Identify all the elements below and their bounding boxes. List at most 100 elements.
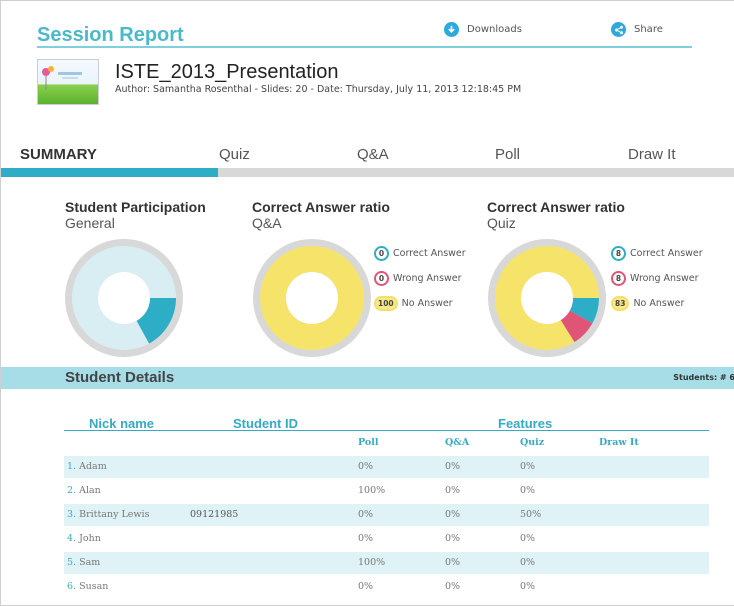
legend-label: No Answer [633, 298, 685, 309]
column-student-id[interactable]: Student ID [233, 416, 298, 431]
quiz-ratio-legend: 8 Correct Answer 8 Wrong Answer 83 No Answe… [611, 246, 703, 311]
legend-wrong-answer: 0 Wrong Answer [374, 271, 466, 286]
table-header-divider [64, 430, 709, 431]
download-icon [444, 22, 459, 37]
legend-no-answer: 83 No Answer [611, 296, 703, 311]
row-number: 6. [67, 581, 77, 592]
presentation-name: ISTE_2013_Presentation [115, 61, 339, 83]
participation-donut-chart [65, 239, 183, 357]
tab-draw-it[interactable]: Draw It [628, 146, 676, 163]
legend-no-answer: 100 No Answer [374, 296, 466, 311]
row-number: 2. [67, 485, 77, 496]
qa-ratio-donut-chart [253, 239, 371, 357]
participation-chart-title: Student Participation [65, 199, 206, 215]
student-name-cell: 6. Susan [67, 581, 108, 592]
title-underline [37, 46, 692, 48]
row-number: 1. [67, 461, 77, 472]
legend-label: Correct Answer [393, 248, 466, 259]
row-number: 4. [67, 533, 77, 544]
tab-qa[interactable]: Q&A [357, 146, 389, 163]
table-row[interactable]: 3. Brittany Lewis 09121985 0% 0% 50% [64, 504, 709, 526]
qa-ratio-legend: 0 Correct Answer 0 Wrong Answer 100 No Answ… [374, 246, 466, 311]
count-badge: 8 [611, 271, 626, 286]
table-row[interactable]: 2. Alan 100% 0% 0% [64, 480, 709, 502]
poll-cell: 0% [358, 461, 374, 472]
column-draw-it[interactable]: Draw It [599, 437, 639, 448]
student-name: Alan [79, 485, 101, 496]
table-row[interactable]: 6. Susan 0% 0% 0% [64, 576, 709, 598]
presentation-meta: Author: Samantha Rosenthal - Slides: 20 … [115, 84, 522, 95]
table-row[interactable]: 5. Sam 100% 0% 0% [64, 552, 709, 574]
share-icon [611, 22, 626, 37]
student-name-cell: 1. Adam [67, 461, 107, 472]
page-title: Session Report [37, 24, 184, 46]
qa-cell: 0% [445, 581, 461, 592]
qa-cell: 0% [445, 509, 461, 520]
share-label: Share [634, 24, 663, 35]
qa-cell: 0% [445, 557, 461, 568]
student-name-cell: 3. Brittany Lewis [67, 509, 149, 520]
student-name: Sam [79, 557, 101, 568]
tab-quiz[interactable]: Quiz [219, 146, 250, 163]
presentation-thumbnail [37, 59, 99, 105]
poll-cell: 100% [358, 485, 386, 496]
column-nick-name[interactable]: Nick name [89, 416, 154, 431]
legend-label: Correct Answer [630, 248, 703, 259]
students-count: Students: # 6 [673, 373, 734, 382]
qa-ratio-chart-title: Correct Answer ratio [252, 199, 390, 215]
quiz-cell: 0% [520, 461, 536, 472]
quiz-cell: 0% [520, 533, 536, 544]
legend-label: Wrong Answer [393, 273, 462, 284]
student-name: John [79, 533, 101, 544]
legend-label: Wrong Answer [630, 273, 699, 284]
poll-cell: 0% [358, 533, 374, 544]
tab-summary[interactable]: SUMMARY [20, 146, 97, 163]
tab-indicator-track [1, 168, 734, 177]
count-badge: 0 [374, 246, 389, 261]
student-name-cell: 2. Alan [67, 485, 101, 496]
session-report-window: Session Report Downloads Share ISTE_2013… [0, 0, 734, 606]
student-name-cell: 4. John [67, 533, 101, 544]
qa-cell: 0% [445, 461, 461, 472]
count-badge: 8 [611, 246, 626, 261]
donut-hole [286, 272, 338, 324]
student-details-header: Student Details Students: # 6 [1, 367, 734, 389]
student-name: Susan [79, 581, 109, 592]
qa-ratio-chart-subtitle: Q&A [252, 215, 282, 231]
row-number: 3. [67, 509, 77, 520]
quiz-cell: 0% [520, 557, 536, 568]
quiz-ratio-donut-chart [488, 239, 606, 357]
donut-hole [521, 272, 573, 324]
share-button[interactable]: Share [611, 22, 663, 37]
participation-chart-subtitle: General [65, 215, 115, 231]
column-poll[interactable]: Poll [358, 437, 378, 448]
tab-bar: SUMMARY Quiz Q&A Poll Draw It [1, 146, 734, 166]
quiz-ratio-chart-title: Correct Answer ratio [487, 199, 625, 215]
column-quiz[interactable]: Quiz [520, 437, 544, 448]
poll-cell: 0% [358, 509, 374, 520]
student-details-title: Student Details [65, 369, 175, 386]
table-row[interactable]: 1. Adam 0% 0% 0% [64, 456, 709, 478]
legend-label: No Answer [401, 298, 453, 309]
downloads-label: Downloads [467, 24, 522, 35]
quiz-ratio-chart-subtitle: Quiz [487, 215, 516, 231]
donut-hole [98, 272, 150, 324]
legend-correct-answer: 0 Correct Answer [374, 246, 466, 261]
column-qa[interactable]: Q&A [445, 437, 469, 448]
quiz-cell: 50% [520, 509, 542, 520]
tab-poll[interactable]: Poll [495, 146, 520, 163]
poll-cell: 0% [358, 581, 374, 592]
downloads-button[interactable]: Downloads [444, 22, 522, 37]
qa-cell: 0% [445, 533, 461, 544]
column-features: Features [498, 416, 553, 431]
student-name-cell: 5. Sam [67, 557, 100, 568]
student-id-cell: 09121985 [190, 509, 239, 520]
table-row[interactable]: 4. John 0% 0% 0% [64, 528, 709, 550]
tab-active-indicator [1, 168, 218, 177]
qa-cell: 0% [445, 485, 461, 496]
quiz-cell: 0% [520, 581, 536, 592]
quiz-cell: 0% [520, 485, 536, 496]
count-badge: 83 [611, 296, 630, 311]
row-number: 5. [67, 557, 77, 568]
legend-wrong-answer: 8 Wrong Answer [611, 271, 703, 286]
